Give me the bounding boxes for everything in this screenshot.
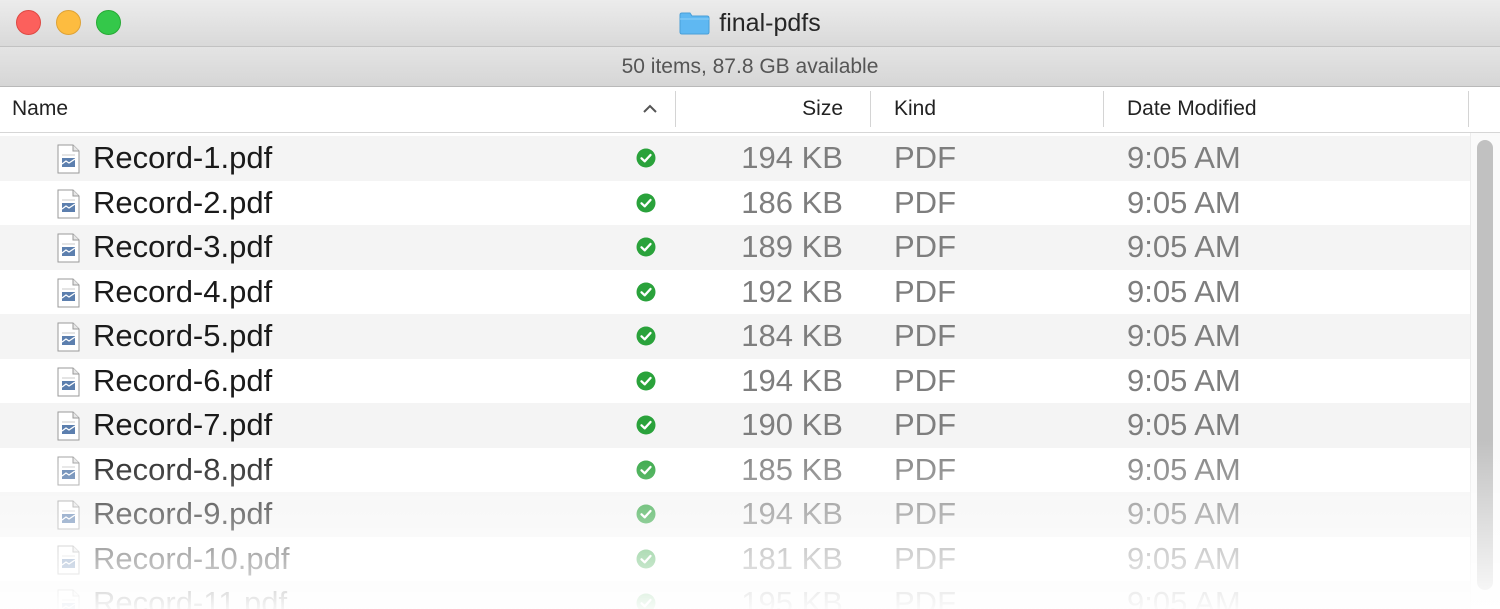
pdf-file-icon: [57, 233, 80, 263]
file-row[interactable]: Record-3.pdf 189 KB PDF 9:05 AM: [0, 225, 1470, 270]
file-size: 195 KB: [741, 585, 843, 609]
folder-icon: [679, 12, 710, 35]
file-date-modified: 9:05 AM: [1127, 273, 1241, 309]
file-size: 192 KB: [741, 273, 843, 309]
check-circle-icon: [636, 282, 656, 301]
file-date-modified: 9:05 AM: [1127, 496, 1241, 531]
file-kind: PDF: [894, 318, 956, 353]
file-kind: PDF: [894, 407, 956, 442]
pdf-file-icon: [57, 367, 80, 396]
check-circle-icon: [636, 460, 656, 479]
pdf-file-icon: [57, 456, 80, 485]
file-size: 185 KB: [741, 451, 843, 487]
column-header-size[interactable]: Size: [676, 87, 843, 132]
file-name: Record-4.pdf: [93, 273, 273, 309]
file-kind: PDF: [894, 585, 956, 609]
pdf-file-icon: [57, 322, 80, 352]
file-size: 189 KB: [741, 229, 843, 264]
column-separator: [1468, 91, 1469, 127]
check-circle-icon: [636, 371, 656, 390]
check-circle-icon: [636, 148, 656, 168]
file-row[interactable]: Record-11.pdf 195 KB PDF 9:05 AM: [0, 581, 1470, 609]
file-date-modified: 9:05 AM: [1127, 451, 1241, 487]
file-row[interactable]: Record-1.pdf 194 KB PDF 9:05 AM: [0, 136, 1470, 181]
column-header-date-modified[interactable]: Date Modified: [1127, 87, 1257, 132]
file-name: Record-10.pdf: [93, 540, 290, 576]
check-circle-icon: [636, 504, 656, 524]
pdf-file-icon: [57, 189, 80, 218]
file-name: Record-3.pdf: [93, 229, 273, 264]
check-circle-icon: [636, 415, 656, 435]
file-row[interactable]: Record-2.pdf 186 KB PDF 9:05 AM: [0, 180, 1470, 225]
window-title: final-pdfs: [0, 0, 1500, 46]
file-kind: PDF: [894, 184, 956, 220]
check-circle-icon: [636, 549, 656, 568]
file-date-modified: 9:05 AM: [1127, 585, 1241, 609]
column-header-name[interactable]: Name: [12, 87, 68, 132]
file-row[interactable]: Record-6.pdf 194 KB PDF 9:05 AM: [0, 358, 1470, 403]
file-kind: PDF: [894, 273, 956, 309]
scrollbar-thumb[interactable]: [1477, 140, 1493, 590]
file-size: 181 KB: [741, 540, 843, 576]
file-size: 186 KB: [741, 184, 843, 220]
file-date-modified: 9:05 AM: [1127, 140, 1241, 175]
status-bar: 50 items, 87.8 GB available: [0, 47, 1500, 87]
finder-window: final-pdfs 50 items, 87.8 GB available N…: [0, 0, 1500, 609]
chevron-up-icon[interactable]: [641, 103, 659, 115]
file-name: Record-8.pdf: [93, 451, 273, 487]
file-name: Record-9.pdf: [93, 496, 273, 531]
file-size: 194 KB: [741, 496, 843, 531]
check-circle-icon: [636, 193, 656, 212]
column-header-kind[interactable]: Kind: [894, 87, 936, 132]
file-date-modified: 9:05 AM: [1127, 184, 1241, 220]
pdf-file-icon: [57, 411, 80, 441]
check-circle-icon: [636, 593, 656, 609]
file-list: Record-1.pdf 194 KB PDF 9:05 AM Record-2.pdf…: [0, 136, 1470, 609]
file-kind: PDF: [894, 496, 956, 531]
file-kind: PDF: [894, 140, 956, 175]
file-row[interactable]: Record-9.pdf 194 KB PDF 9:05 AM: [0, 492, 1470, 537]
check-circle-icon: [636, 237, 656, 257]
file-size: 194 KB: [741, 362, 843, 398]
pdf-file-icon: [57, 278, 80, 307]
pdf-file-icon: [57, 545, 80, 574]
file-size: 190 KB: [741, 407, 843, 442]
file-name: Record-6.pdf: [93, 362, 273, 398]
title-bar[interactable]: final-pdfs: [0, 0, 1500, 47]
column-header: Name Size Kind Date Modified: [0, 87, 1500, 133]
file-size: 194 KB: [741, 140, 843, 175]
file-row[interactable]: Record-10.pdf 181 KB PDF 9:05 AM: [0, 536, 1470, 581]
check-circle-icon: [636, 326, 656, 346]
file-name: Record-5.pdf: [93, 318, 273, 353]
file-date-modified: 9:05 AM: [1127, 229, 1241, 264]
column-separator[interactable]: [1103, 91, 1104, 127]
file-row[interactable]: Record-8.pdf 185 KB PDF 9:05 AM: [0, 447, 1470, 492]
file-name: Record-7.pdf: [93, 407, 273, 442]
pdf-file-icon: [57, 589, 80, 609]
file-kind: PDF: [894, 229, 956, 264]
pdf-file-icon: [57, 500, 80, 530]
file-date-modified: 9:05 AM: [1127, 540, 1241, 576]
file-kind: PDF: [894, 451, 956, 487]
file-date-modified: 9:05 AM: [1127, 407, 1241, 442]
file-date-modified: 9:05 AM: [1127, 362, 1241, 398]
column-separator[interactable]: [870, 91, 871, 127]
file-name: Record-11.pdf: [93, 585, 288, 609]
file-name: Record-1.pdf: [93, 140, 273, 175]
file-row[interactable]: Record-5.pdf 184 KB PDF 9:05 AM: [0, 314, 1470, 359]
file-row[interactable]: Record-4.pdf 192 KB PDF 9:05 AM: [0, 269, 1470, 314]
file-row[interactable]: Record-7.pdf 190 KB PDF 9:05 AM: [0, 403, 1470, 448]
file-kind: PDF: [894, 362, 956, 398]
file-name: Record-2.pdf: [93, 184, 273, 220]
pdf-file-icon: [57, 144, 80, 174]
file-date-modified: 9:05 AM: [1127, 318, 1241, 353]
file-size: 184 KB: [741, 318, 843, 353]
window-title-text: final-pdfs: [719, 8, 821, 37]
file-kind: PDF: [894, 540, 956, 576]
